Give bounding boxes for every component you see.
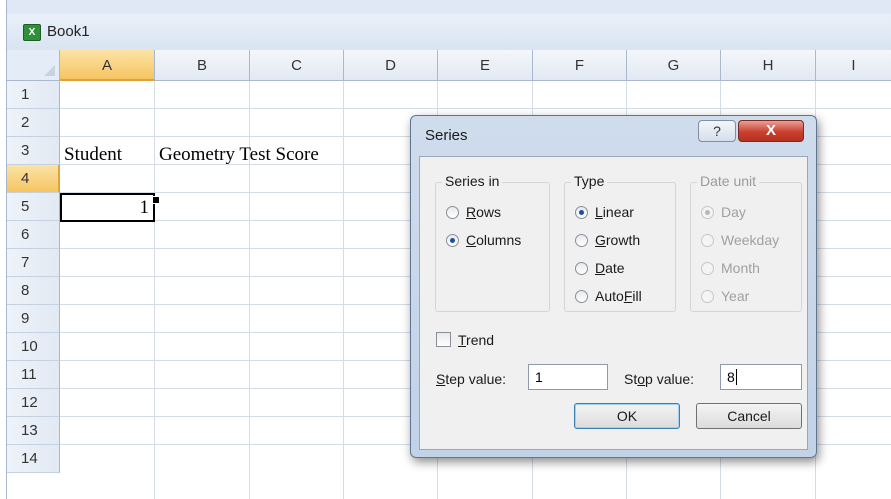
column-header-d[interactable]: D [344, 50, 438, 81]
type-label: Type [571, 173, 608, 189]
row-header-4[interactable]: 4 [7, 165, 60, 193]
radio-linear[interactable] [575, 206, 588, 219]
row-header-9[interactable]: 9 [7, 305, 60, 333]
active-cell-a4[interactable]: 1 [60, 193, 155, 222]
cell-b3[interactable]: Geometry Test Score [159, 144, 319, 166]
column-header-f[interactable]: F [533, 50, 627, 81]
date-unit-label: Date unit [697, 173, 760, 189]
column-header-b[interactable]: B [155, 50, 250, 81]
row-header-13[interactable]: 13 [7, 417, 60, 445]
trend-checkbox[interactable] [436, 332, 451, 347]
row-header-14[interactable]: 14 [7, 445, 60, 473]
column-header-a[interactable]: A [60, 50, 155, 81]
column-header-g[interactable]: G [627, 50, 721, 81]
row-header-11[interactable]: 11 [7, 361, 60, 389]
radio-month [701, 262, 714, 275]
radio-rows[interactable] [446, 206, 459, 219]
series-dialog: Series ? X Series in Rows Columns Type L… [410, 115, 817, 458]
cell-a3[interactable]: Student [64, 144, 122, 166]
dialog-title: Series [425, 127, 468, 144]
rows-label-rest: ows [476, 204, 502, 220]
radio-weekday [701, 234, 714, 247]
radio-columns[interactable] [446, 234, 459, 247]
close-button[interactable]: X [738, 120, 804, 142]
row-header-1[interactable]: 1 [7, 81, 60, 109]
radio-autofill[interactable] [575, 290, 588, 303]
cancel-button[interactable]: Cancel [696, 403, 802, 429]
excel-icon[interactable]: X [23, 24, 41, 41]
workbook-title: Book1 [47, 23, 90, 40]
radio-date[interactable] [575, 262, 588, 275]
row-header-5[interactable]: 5 [7, 193, 60, 221]
stop-value-input[interactable]: 8 [720, 364, 802, 390]
row-header-10[interactable]: 10 [7, 333, 60, 361]
column-header-i[interactable]: I [816, 50, 891, 81]
column-header-e[interactable]: E [438, 50, 533, 81]
radio-day [701, 206, 714, 219]
row-header-7[interactable]: 7 [7, 249, 60, 277]
column-header-h[interactable]: H [721, 50, 816, 81]
excel-window: X Book1 A B C D E F G H I 1 2 3 4 5 6 7 … [6, 0, 891, 499]
step-value-input[interactable]: 1 [528, 364, 608, 390]
type-group: Type Linear Growth Date AutoFill [564, 173, 676, 312]
radio-growth[interactable] [575, 234, 588, 247]
help-button[interactable]: ? [698, 120, 736, 142]
select-all-icon [44, 65, 55, 76]
date-unit-group: Date unit Day Weekday Month Year [690, 173, 802, 312]
select-all-corner[interactable] [7, 50, 60, 81]
gridline [343, 81, 344, 499]
gridline [154, 81, 155, 499]
column-header-c[interactable]: C [250, 50, 344, 81]
step-value-label: Step value: [436, 371, 507, 387]
dialog-body: Series in Rows Columns Type Linear Growt… [419, 156, 808, 450]
row-header-6[interactable]: 6 [7, 221, 60, 249]
text-cursor [735, 369, 737, 385]
trend-label: Trend [458, 332, 495, 348]
stop-value-label: Stop value: [624, 371, 695, 387]
ok-button[interactable]: OK [574, 403, 680, 429]
row-header-12[interactable]: 12 [7, 389, 60, 417]
gridline [60, 108, 891, 109]
row-header-2[interactable]: 2 [7, 109, 60, 137]
series-in-group: Series in Rows Columns [435, 173, 550, 312]
series-in-label: Series in [442, 173, 503, 189]
title-bar: X Book1 [7, 14, 891, 50]
row-header-8[interactable]: 8 [7, 277, 60, 305]
fill-handle[interactable] [152, 196, 160, 204]
cell-a4[interactable]: 1 [140, 197, 150, 219]
radio-year [701, 290, 714, 303]
row-header-3[interactable]: 3 [7, 137, 60, 165]
